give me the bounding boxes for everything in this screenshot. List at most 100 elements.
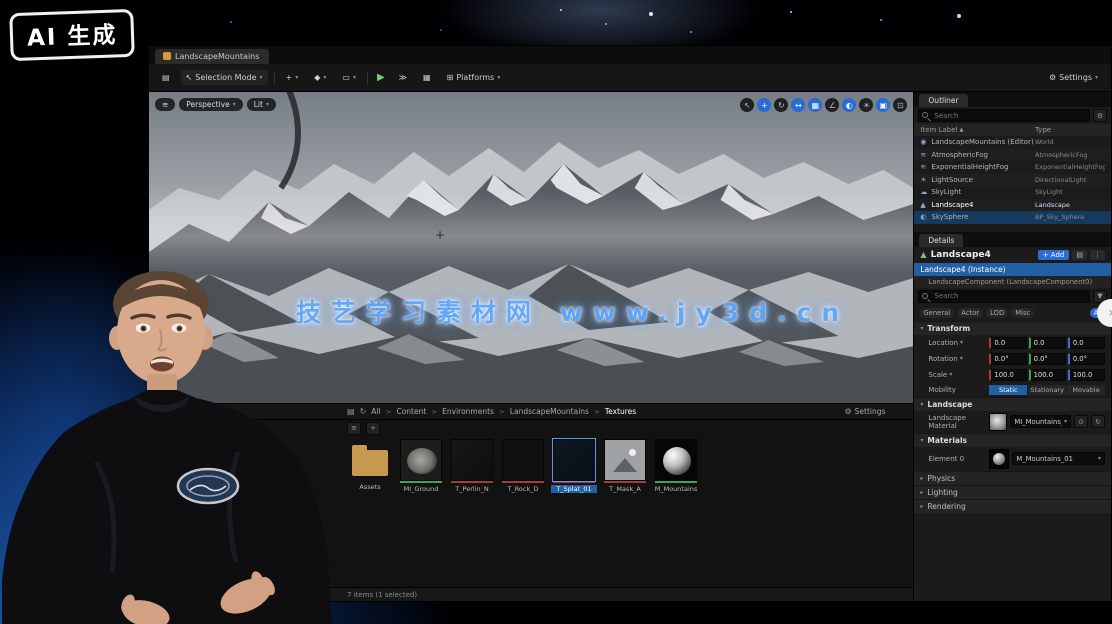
scale-y-field[interactable]: 100.0	[1029, 369, 1066, 381]
asset-name: M_Mountains	[655, 485, 698, 493]
settings-label: Settings	[1059, 73, 1092, 82]
maximize-viewport-button[interactable]: ⊡	[893, 98, 907, 112]
outliner-row[interactable]: ≋ ExponentialHeightFog ExponentialHeight…	[914, 161, 1111, 174]
chevron-down-icon: ▾	[949, 371, 952, 378]
platforms-dropdown[interactable]: ⊞ Platforms ▾	[442, 70, 506, 85]
breadcrumb-segment[interactable]: Environments	[442, 407, 494, 416]
asset-tile[interactable]: M_Mountains	[653, 439, 699, 493]
asset-tile-folder[interactable]: Assets	[347, 439, 393, 491]
view-modes-icon: ▣	[880, 101, 888, 110]
browse-to-asset-button[interactable]: ⊙	[1074, 415, 1088, 428]
section-physics[interactable]: ▸ Physics	[914, 471, 1111, 485]
outliner-row[interactable]: ≋ AtmosphericFog AtmosphericFog	[914, 149, 1111, 162]
column-item-label[interactable]: Item Label	[920, 126, 957, 134]
chip-mis c[interactable]: Misc	[1011, 308, 1034, 318]
skip-button[interactable]: ≫	[394, 70, 412, 85]
tab-details[interactable]: Details	[919, 234, 963, 247]
select-tool-button[interactable]: ↖	[740, 98, 754, 112]
outliner-search-row: ⚙	[914, 107, 1111, 124]
breadcrumb-segment-current[interactable]: Textures	[605, 407, 636, 416]
rotation-x-field[interactable]: 0.0°	[989, 353, 1026, 365]
perspective-dropdown[interactable]: Perspective ▾	[179, 98, 242, 111]
chip-lod[interactable]: LOD	[986, 308, 1008, 318]
scale-x-field[interactable]: 100.0	[989, 369, 1026, 381]
modes-dropdown[interactable]: ↖ Selection Mode ▾	[181, 70, 268, 85]
save-button[interactable]: ▤	[1072, 250, 1087, 260]
add-component-button[interactable]: + Add	[1038, 250, 1070, 260]
save-icon: ▤	[347, 407, 355, 416]
asset-tile[interactable]: MI_Ground	[398, 439, 444, 493]
outliner-row[interactable]: ◐ SkySphere BP_Sky_Sphere	[914, 211, 1111, 224]
play-icon: ▶	[377, 72, 385, 83]
mobility-stationary-button[interactable]: Stationary	[1028, 385, 1066, 395]
camera-speed-button[interactable]: ☀	[859, 98, 873, 112]
play-button[interactable]: ▶	[374, 70, 388, 85]
add-asset-button[interactable]: +	[366, 422, 380, 435]
viewport-menu-button[interactable]: ≡	[155, 98, 175, 111]
chip-general[interactable]: General	[919, 308, 954, 318]
material-dropdown[interactable]: MI_Mountains_Inst ▾	[1010, 415, 1071, 428]
element-material-dropdown[interactable]: M_Mountains_01 ▾	[1012, 452, 1105, 465]
asset-tile[interactable]: T_Perlin_N	[449, 439, 495, 493]
multiplayer-options-button[interactable]: ▦	[418, 70, 436, 85]
section-materials[interactable]: ▾ Materials	[914, 433, 1111, 447]
view-mode-dropdown[interactable]: Lit ▾	[247, 98, 276, 111]
outliner-row[interactable]: ☀ LightSource DirectionalLight	[914, 174, 1111, 187]
chip-actor[interactable]: Actor	[957, 308, 983, 318]
asset-type-bar	[400, 481, 442, 483]
location-z-field[interactable]: 0.0	[1068, 337, 1105, 349]
section-title: Materials	[927, 436, 967, 445]
settings-button[interactable]: ⚙ Settings ▾	[1044, 70, 1103, 85]
scale-z-field[interactable]: 100.0	[1068, 369, 1105, 381]
watermark: 技艺学习素材网 www.jy3d.cn	[296, 293, 849, 329]
project-tab[interactable]: LandscapeMountains	[155, 49, 269, 64]
section-lighting[interactable]: ▸ Lighting	[914, 485, 1111, 499]
component-row[interactable]: LandscapeComponent (LandscapeComponent0)	[914, 276, 1111, 288]
mobility-movable-button[interactable]: Movable	[1067, 385, 1105, 395]
details-search-input[interactable]	[918, 290, 1090, 303]
outliner-search-input[interactable]	[918, 109, 1090, 122]
view-modes-button[interactable]: ▣	[876, 98, 890, 112]
mobility-static-button[interactable]: Static	[989, 385, 1027, 395]
quick-add-button[interactable]: + ▾	[281, 70, 304, 85]
outliner-settings-button[interactable]: ⚙	[1093, 109, 1107, 122]
content-settings-button[interactable]: Settings	[855, 407, 886, 416]
refresh-button[interactable]: ↻	[360, 407, 367, 416]
save-all-button[interactable]: ▤	[347, 407, 355, 416]
move-tool-button[interactable]: +	[757, 98, 771, 112]
asset-tile-selected[interactable]: T_Splat_01	[551, 439, 597, 493]
location-x-field[interactable]: 0.0	[989, 337, 1026, 349]
breadcrumb-segment[interactable]: All	[371, 407, 380, 416]
grid-snap-button[interactable]: ▦	[808, 98, 822, 112]
property-label: Location	[928, 339, 958, 347]
scale-tool-button[interactable]: ↔	[791, 98, 805, 112]
column-type[interactable]: Type	[1035, 126, 1105, 134]
component-row-selected[interactable]: Landscape4 (Instance)	[914, 263, 1111, 276]
section-transform[interactable]: ▾ Transform	[914, 321, 1111, 335]
asset-tile[interactable]: T_Mask_A	[602, 439, 648, 493]
chevron-down-icon: ▾	[353, 74, 356, 81]
rotate-tool-button[interactable]: ↻	[774, 98, 788, 112]
angle-snap-button[interactable]: ∠	[825, 98, 839, 112]
reset-property-button[interactable]: ↻	[1091, 415, 1105, 428]
outliner-row[interactable]: ◉ LandscapeMountains (Editor) World	[914, 136, 1111, 149]
chevron-down-icon: ▾	[233, 101, 236, 108]
blueprints-button[interactable]: ◆ ▾	[309, 70, 331, 85]
rotation-z-field[interactable]: 0.0°	[1068, 353, 1105, 365]
filter-button[interactable]: ≡	[347, 422, 361, 435]
section-rendering[interactable]: ▸ Rendering	[914, 499, 1111, 513]
breadcrumb-segment[interactable]: LandscapeMountains	[510, 407, 589, 416]
outliner-row-selected[interactable]: ▲ Landscape4 Landscape	[914, 199, 1111, 212]
outliner-row[interactable]: ☁ SkyLight SkyLight	[914, 186, 1111, 199]
scale-snap-button[interactable]: ◐	[842, 98, 856, 112]
cinematics-button[interactable]: ▭ ▾	[337, 70, 361, 85]
breadcrumb-segment[interactable]: Content	[396, 407, 426, 416]
asset-tile[interactable]: T_Rock_D	[500, 439, 546, 493]
save-button[interactable]: ▤	[157, 70, 175, 85]
tab-outliner[interactable]: Outliner	[919, 94, 967, 107]
rotation-y-field[interactable]: 0.0°	[1029, 353, 1066, 365]
details-tab-bar: Details	[914, 232, 1111, 247]
section-landscape[interactable]: ▾ Landscape	[914, 397, 1111, 411]
more-options-button[interactable]: ⋮	[1090, 250, 1105, 260]
location-y-field[interactable]: 0.0	[1029, 337, 1066, 349]
